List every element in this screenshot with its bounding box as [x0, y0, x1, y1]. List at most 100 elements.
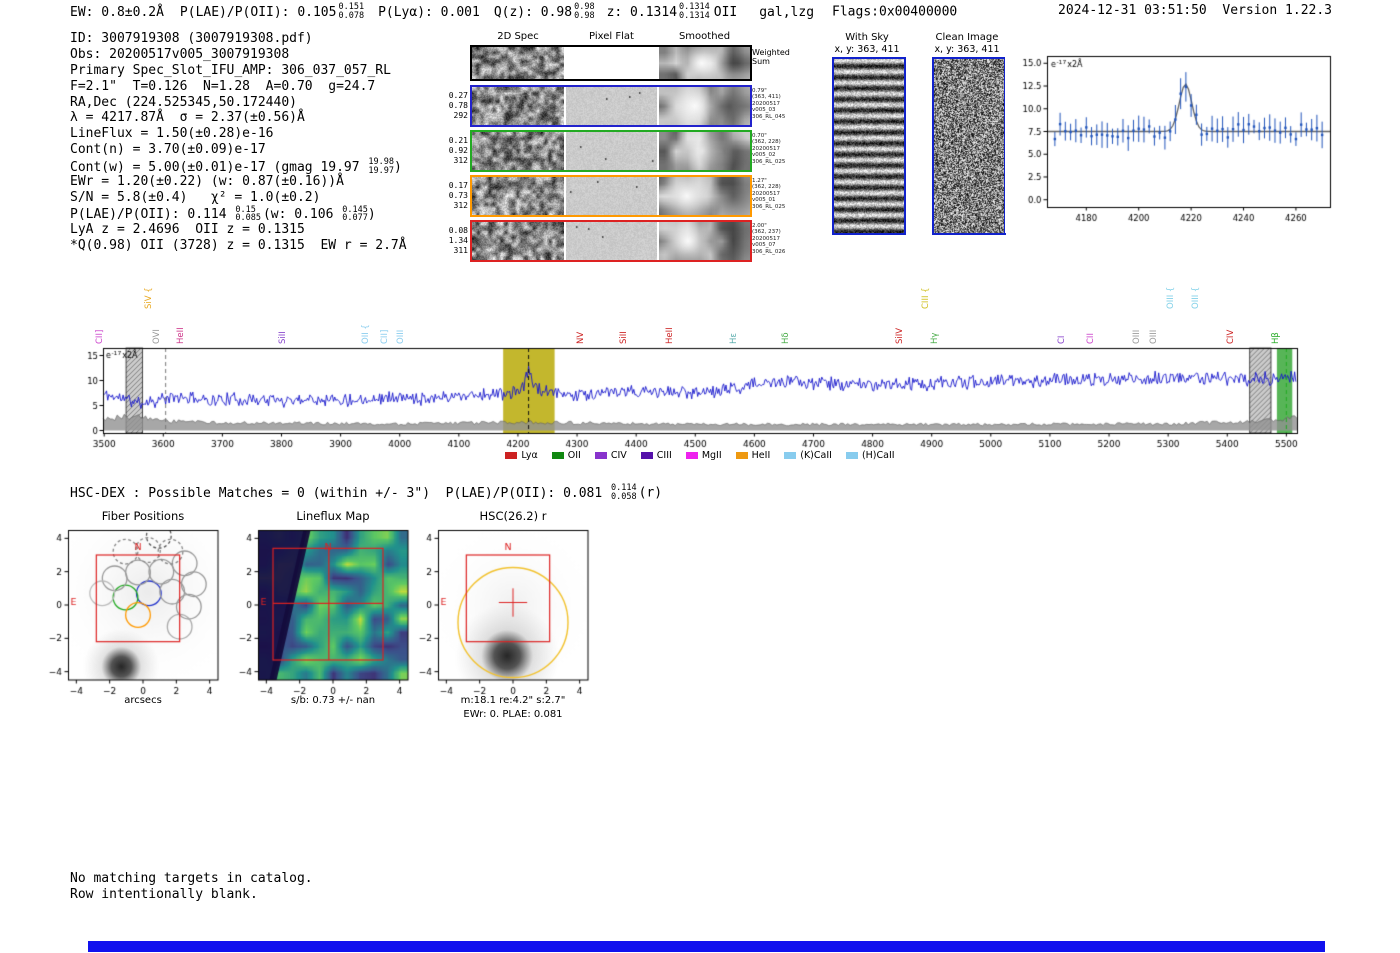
with-sky-image: [834, 59, 904, 233]
text-segment: Cont(n) = 3.70(±0.09)e-17: [70, 142, 266, 158]
spectral-line-label: SiIV: [895, 327, 906, 344]
stacked-uncertainty: 0.114 0.058: [611, 483, 637, 502]
spectral-line-label: Hε: [728, 333, 739, 344]
spectral-line-label: CII]: [379, 329, 390, 344]
spec2d-strip-grid: Weighted Sum 0.27 0.78 292 0.79" (363, 411) 202…: [449, 45, 790, 265]
spectrum-legend: Lyα OII CIV CIII MgII HeII (K)CaII (H)CaII: [70, 448, 1330, 462]
legend-label: CIV: [610, 449, 627, 461]
stacked-uncertainty: 19.98 19.97: [368, 157, 395, 176]
legend-item: Lyα: [505, 449, 538, 461]
text-segment: gal,lzg: [759, 4, 815, 20]
info-line: EWr = 1.20(±0.22) (w: 0.87(±0.16))Å: [70, 174, 413, 190]
emission-line-zoom-plot: [1005, 48, 1340, 233]
lineflux-map-title: Lineflux Map: [296, 509, 370, 523]
stacked-uncertainty: 0.1314 0.1314: [679, 2, 710, 21]
spectral-line-label: CIV: [1226, 329, 1237, 344]
col-header-pixelflat: Pixel Flat: [589, 31, 634, 42]
info-line: λ = 4217.87Å σ = 2.37(±0.56)Å: [70, 110, 413, 126]
with-sky-xy: x, y: 363, 411: [834, 44, 900, 55]
fiber-detail-labels: 1.27" (362, 228) 20200517 v005_01 306_RL_025: [752, 178, 786, 210]
legend-item: OII: [551, 450, 581, 461]
text-segment: λ = 4217.87Å σ = 2.37(±0.56)Å: [70, 110, 305, 126]
stacked-uncertainty: 0.15 0.085: [235, 204, 261, 224]
legend-item: (H)CaII: [845, 449, 895, 461]
text-segment: ): [367, 207, 376, 223]
hsc-dex-match-line: HSC-DEX : Possible Matches = 0 (within +…: [70, 484, 662, 501]
info-line: RA,Dec (224.525345,50.172440): [70, 95, 413, 111]
fiber-positions-title: Fiber Positions: [101, 509, 185, 523]
text-segment: Q(z): 0.98: [493, 4, 573, 20]
stacked-uncertainty: 0.151 0.078: [338, 2, 365, 21]
bottom-blue-bar: [88, 941, 1325, 952]
info-line: Obs: 20200517v005_3007919308: [70, 47, 413, 63]
info-line: Cont(n) = 3.70(±0.09)e-17: [70, 142, 413, 158]
fiber-weight-labels: 0.21 0.92 312: [448, 136, 468, 165]
info-line: LineFlux = 1.50(±0.28)e-16: [70, 126, 413, 142]
lineflux-map-panel: [222, 525, 422, 711]
spec2d-strip-smoothed: [659, 177, 750, 215]
with-sky-title: With Sky: [845, 32, 889, 43]
info-line: S/N = 5.8(±0.4) χ² = 1.0(±0.2): [70, 190, 413, 206]
clean-image-title: Clean Image: [935, 32, 999, 43]
spec2d-strip-flat: [566, 87, 657, 125]
catalog-notes: No matching targets in catalog. Row inte…: [70, 871, 313, 902]
spectral-line-label: HeII: [175, 327, 186, 344]
legend-label: (K)CaII: [800, 449, 832, 461]
note-line-1: No matching targets in catalog.: [70, 871, 313, 886]
spectral-line-label: OII {: [360, 324, 371, 344]
spec2d-strip-flat: [566, 177, 657, 215]
spec2d-strip-2d: [472, 222, 564, 260]
spec2d-row: 0.17 0.73 312 1.27" (362, 228) 20200517 v005_0…: [449, 175, 785, 217]
full-spectrum-plot: [70, 345, 1330, 457]
spec2d-row: 0.08 1.34 311 2.00" (362, 237) 20200517 v005_0…: [449, 220, 785, 262]
fiber-weight-labels: 0.17 0.73 312: [448, 181, 468, 210]
spec2d-strip-2d: [472, 47, 564, 79]
spectral-line-label: CII: [1086, 333, 1097, 344]
legend-item: HeII: [735, 449, 771, 461]
spectral-line-label: Hδ: [780, 332, 791, 344]
info-line: *Q(0.98) OII (3728) z = 0.1315 EW r = 2.…: [70, 238, 413, 254]
legend-label: Lyα: [521, 449, 538, 461]
report-datetime: 2024-12-31 03:51:50: [1058, 3, 1207, 18]
text-segment: EWr = 1.20(±0.22) (w: 0.87(±0.16))Å: [70, 174, 344, 190]
info-line: ID: 3007919308 (3007919308.pdf): [70, 31, 413, 47]
text-segment: F=2.1" T=0.126 N=1.28 A=0.70 g=24.7: [70, 78, 376, 94]
legend-label: HeII: [751, 449, 771, 461]
info-line: F=2.1" T=0.126 N=1.28 A=0.70 g=24.7: [70, 79, 413, 95]
text-segment: ): [394, 159, 402, 175]
spectral-line-label: CIII {: [920, 287, 931, 309]
legend-label: (H)CaII: [861, 449, 895, 461]
legend-label: CIII: [656, 449, 672, 461]
hsc-r-title: HSC(26.2) r: [479, 509, 547, 523]
hsc-r-panel: [402, 525, 602, 711]
legend-item: (K)CaII: [784, 450, 832, 461]
info-line: P(LAE)/P(OII): 0.114 0.15 0.085 (w: 0.106 …: [70, 204, 413, 224]
fiber-positions-panel: [32, 525, 232, 711]
spec2d-strip-smoothed: [659, 47, 750, 79]
legend-color-swatch: [640, 451, 653, 459]
text-segment: z: 0.1314: [606, 4, 678, 20]
spectral-line-label: HeII: [664, 327, 675, 344]
info-line: Cont(w) = 5.00(±0.01)e-17 (gmag 19.97 19…: [70, 157, 413, 176]
spec2d-strip-flat: [566, 222, 657, 260]
fiber-detail-labels: 0.70" (362, 228) 20200517 v005_02 306_RL_025: [752, 133, 786, 165]
info-line: LyA z = 2.4696 OII z = 0.1315: [70, 222, 413, 238]
report-version: Version 1.22.3: [1222, 3, 1332, 18]
spectral-line-label: OIII {: [1165, 286, 1176, 309]
spectral-line-label: CI: [1056, 335, 1067, 344]
text-segment: S/N = 5.8(±0.4) χ² = 1.0(±0.2): [70, 189, 321, 205]
spectral-line-label: OIII: [1131, 329, 1142, 344]
spec2d-strip-2d: [472, 177, 564, 215]
clean-image-xy: x, y: 363, 411: [934, 44, 1000, 55]
clean-image-image: [934, 59, 1004, 233]
spectral-line-label: Hβ: [1270, 332, 1281, 344]
fiber-detail-labels: 0.79" (363, 411) 20200517 v005_03 306_RL_045: [752, 88, 786, 120]
legend-item: CIII: [640, 449, 672, 461]
text-segment: (r): [638, 485, 663, 501]
text-segment: P(LAE)/P(OII): 0.114: [70, 207, 235, 223]
spec2d-strip-smoothed: [659, 222, 750, 260]
legend-label: MgII: [701, 449, 722, 461]
elixer-detection-report: EW: 0.8±0.2Å P(LAE)/P(OII): 0.105 0.151 0.0…: [0, 0, 1400, 953]
legend-color-swatch: [845, 451, 858, 459]
spectral-line-label: SiII: [619, 331, 630, 344]
